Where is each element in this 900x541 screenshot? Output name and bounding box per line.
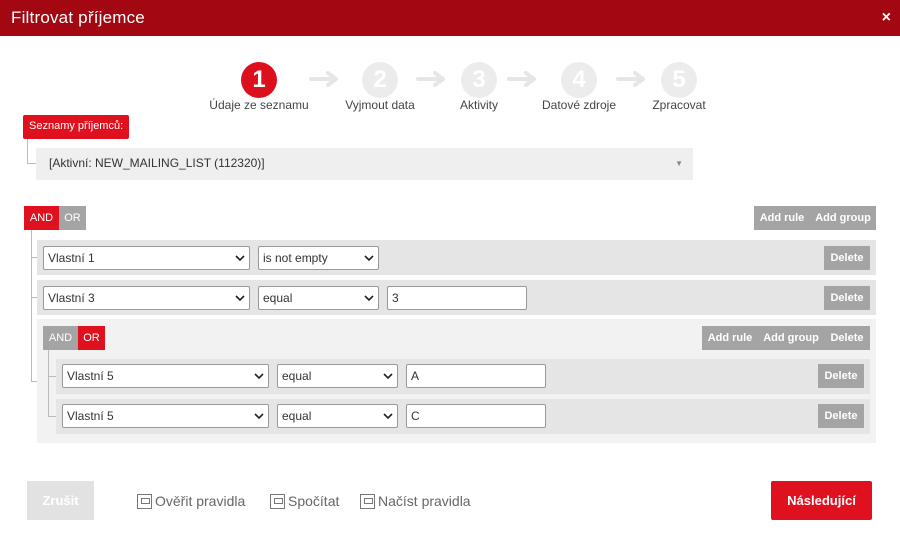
rule-field-select[interactable]: Vlastní 1 [43, 246, 250, 270]
tree-connector [48, 416, 56, 417]
tree-connector [27, 163, 36, 164]
caret-down-icon: ▼ [675, 159, 683, 168]
step-label: Zpracovat [652, 98, 706, 112]
rule-field-value: Vlastní 1 [48, 251, 95, 265]
count-icon [270, 494, 285, 509]
step-number: 3 [461, 62, 497, 98]
rule-operator-value: equal [263, 291, 293, 305]
step-3[interactable]: 3 Aktivity [460, 62, 498, 112]
tree-connector [48, 350, 49, 416]
rule-field-select[interactable]: Vlastní 5 [62, 364, 269, 388]
count-link[interactable]: Spočítat [270, 491, 339, 511]
rule-field-value: Vlastní 5 [67, 409, 114, 423]
rule-delete-button[interactable]: Delete [818, 404, 864, 428]
rule-operator-value: is not empty [263, 251, 328, 265]
recipient-list-select[interactable]: [Aktivní: NEW_MAILING_LIST (112320)] ▼ [36, 148, 693, 180]
rule-field-select[interactable]: Vlastní 5 [62, 404, 269, 428]
rule-operator-value: equal [282, 369, 312, 383]
step-label: Údaje ze seznamu [209, 98, 309, 112]
tree-connector [48, 376, 56, 377]
chevron-down-icon [383, 373, 393, 380]
tree-connector [31, 230, 32, 381]
step-number: 4 [561, 62, 597, 98]
rule-field-value: Vlastní 3 [48, 291, 95, 305]
step-2[interactable]: 2 Vyjmout data [345, 62, 415, 112]
subgroup-or-button[interactable]: OR [78, 326, 105, 350]
root-add-rule-button[interactable]: Add rule [754, 206, 810, 230]
close-icon[interactable]: × [882, 8, 891, 28]
tree-connector [27, 139, 28, 164]
chevron-down-icon [364, 255, 374, 262]
step-1[interactable]: 1 Údaje ze seznamu [209, 62, 309, 112]
rule-delete-button[interactable]: Delete [824, 246, 870, 270]
rule-delete-button[interactable]: Delete [818, 364, 864, 388]
recipient-list-value: [Aktivní: NEW_MAILING_LIST (112320)] [49, 156, 265, 170]
rule-operator-select[interactable]: is not empty [258, 246, 379, 270]
recipients-label: Seznamy příjemců: [23, 115, 130, 139]
subgroup-add-group-button[interactable]: Add group [758, 326, 824, 350]
rule-subgroup: AND OR Add rule Add group Delete Vlastní… [37, 319, 876, 443]
step-5[interactable]: 5 Zpracovat [652, 62, 706, 112]
count-label: Spočítat [288, 493, 340, 509]
rule-field-value: Vlastní 5 [67, 369, 114, 383]
filter-recipients-dialog: Filtrovat příjemce × 1 Údaje ze seznamu … [0, 0, 900, 541]
rule-row: Vlastní 1 is not empty Delete [37, 240, 876, 275]
rule-row: Vlastní 3 equal 3 Delete [37, 280, 876, 315]
rule-row: Vlastní 5 equal C Delete [56, 399, 870, 434]
step-number: 2 [362, 62, 398, 98]
dialog-titlebar: Filtrovat příjemce × [0, 0, 900, 36]
verify-rules-link[interactable]: Ověřit pravidla [137, 491, 245, 511]
root-or-button[interactable]: OR [59, 206, 86, 230]
document-icon [360, 494, 375, 509]
rule-operator-select[interactable]: equal [277, 364, 398, 388]
arrow-right-icon [309, 71, 338, 87]
rule-operator-select[interactable]: equal [277, 404, 398, 428]
cancel-button[interactable]: Zrušit [27, 481, 94, 520]
subgroup-and-button[interactable]: AND [43, 326, 78, 350]
rule-value-input[interactable]: A [406, 364, 546, 388]
chevron-down-icon [254, 373, 264, 380]
chevron-down-icon [383, 413, 393, 420]
chevron-down-icon [235, 255, 245, 262]
arrow-right-icon [616, 71, 645, 87]
rule-delete-button[interactable]: Delete [824, 286, 870, 310]
rule-value-input[interactable]: 3 [387, 286, 527, 310]
chevron-down-icon [235, 295, 245, 302]
next-button[interactable]: Následující [771, 481, 872, 520]
root-add-group-button[interactable]: Add group [810, 206, 876, 230]
load-rules-link[interactable]: Načíst pravidla [360, 491, 471, 511]
rule-operator-select[interactable]: equal [258, 286, 379, 310]
subgroup-delete-button[interactable]: Delete [824, 326, 870, 350]
rule-value-input[interactable]: C [406, 404, 546, 428]
dialog-title: Filtrovat příjemce [11, 8, 145, 27]
rule-field-select[interactable]: Vlastní 3 [43, 286, 250, 310]
verify-icon [137, 494, 152, 509]
rule-operator-value: equal [282, 409, 312, 423]
arrow-right-icon [416, 71, 445, 87]
step-4[interactable]: 4 Datové zdroje [542, 62, 616, 112]
step-number: 5 [661, 62, 697, 98]
chevron-down-icon [364, 295, 374, 302]
verify-rules-label: Ověřit pravidla [155, 493, 246, 509]
root-and-button[interactable]: AND [24, 206, 59, 230]
step-label: Datové zdroje [541, 98, 617, 112]
rule-row: Vlastní 5 equal A Delete [56, 359, 870, 394]
chevron-down-icon [254, 413, 264, 420]
load-rules-label: Načíst pravidla [378, 493, 471, 509]
step-label: Vyjmout data [345, 98, 415, 112]
step-label: Aktivity [459, 98, 499, 112]
subgroup-add-rule-button[interactable]: Add rule [702, 326, 758, 350]
step-number: 1 [241, 62, 277, 98]
arrow-right-icon [507, 71, 536, 87]
